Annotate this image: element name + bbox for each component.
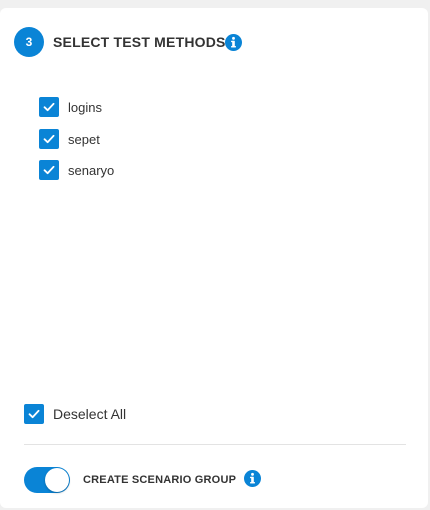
method-item-logins[interactable]: logins bbox=[39, 97, 102, 117]
create-scenario-group-label: CREATE SCENARIO GROUP bbox=[83, 474, 237, 486]
deselect-all-label: Deselect All bbox=[53, 406, 127, 422]
check-icon bbox=[43, 134, 55, 144]
method-item-senaryo[interactable]: senaryo bbox=[39, 160, 114, 180]
method-label: senaryo bbox=[68, 162, 115, 178]
toggle-knob bbox=[45, 468, 69, 492]
divider bbox=[24, 444, 406, 445]
method-item-sepet[interactable]: sepet bbox=[39, 129, 100, 149]
check-icon bbox=[28, 409, 40, 419]
method-label: sepet bbox=[68, 131, 100, 147]
create-scenario-group-toggle[interactable] bbox=[24, 467, 70, 493]
method-checkbox[interactable] bbox=[39, 129, 59, 149]
info-icon[interactable] bbox=[244, 470, 261, 487]
method-checkbox[interactable] bbox=[39, 97, 59, 117]
method-label: logins bbox=[68, 99, 102, 115]
deselect-all-option[interactable]: Deselect All bbox=[24, 404, 126, 424]
info-icon[interactable] bbox=[225, 34, 242, 51]
step-number-badge: 3 bbox=[14, 27, 44, 57]
check-icon bbox=[43, 165, 55, 175]
deselect-all-checkbox[interactable] bbox=[24, 404, 44, 424]
test-methods-panel: 3 SELECT TEST METHODS* logins sepet sena… bbox=[0, 8, 428, 508]
section-title: SELECT TEST METHODS* bbox=[53, 34, 232, 50]
method-checkbox[interactable] bbox=[39, 160, 59, 180]
check-icon bbox=[43, 102, 55, 112]
